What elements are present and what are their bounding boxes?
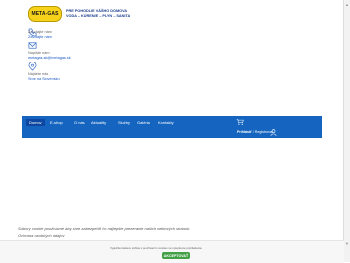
vertical-scrollbar[interactable]: ▲ ▼ <box>343 0 350 262</box>
email-link[interactable]: metagas.sk@metagas.sk <box>28 56 71 61</box>
logo-text: META-GAS <box>31 11 59 17</box>
header-slogan: PRE POHODLIE VÁŠHO DOMOVA VODA – KÚRENIE… <box>66 9 130 19</box>
email-contact[interactable]: Napíšte nám metagas.sk@metagas.sk <box>28 51 71 60</box>
accept-cookies-button[interactable]: AKCEPTOVAŤ <box>162 252 190 259</box>
location-link[interactable]: Sme na Slovensku <box>28 77 60 82</box>
accept-button-label: AKCEPTOVAŤ <box>163 253 189 258</box>
cookie-notice: Vyjadrite láskavo súhlas s používaním co… <box>110 246 203 250</box>
nav-item-contacts[interactable]: Kontakty <box>158 120 174 125</box>
scroll-up-icon[interactable]: ▲ <box>345 2 349 7</box>
cookie-consent-banner: Vyjadrite láskavo súhlas s používaním co… <box>0 240 344 263</box>
scroll-down-icon[interactable]: ▼ <box>345 241 349 246</box>
envelope-icon <box>28 42 37 49</box>
location-pin-icon <box>28 62 37 71</box>
nav-item-news[interactable]: Aktuality <box>91 120 106 125</box>
nav-item-gallery[interactable]: Galéria <box>137 120 150 125</box>
location-contact[interactable]: Nájdete nás Sme na Slovensku <box>28 72 60 81</box>
phone-contact[interactable]: Zavolajte nám Zavolajte nám <box>28 30 52 39</box>
user-icon[interactable] <box>270 129 277 136</box>
cookie-message: Súbory cookie používame aby sme zabezpeč… <box>18 226 191 231</box>
phone-link[interactable]: Zavolajte nám <box>28 35 52 40</box>
company-logo[interactable]: META-GAS <box>28 6 62 22</box>
phone-label: Zavolajte nám <box>28 30 52 34</box>
nav-item-eshop[interactable]: E-shop <box>50 120 63 125</box>
login-link[interactable]: Prihlásiť <box>237 130 252 134</box>
nav-item-services[interactable]: Služby <box>118 120 130 125</box>
privacy-policy-link[interactable]: Ochrana osobných údajov <box>18 233 64 238</box>
shopping-cart-icon[interactable] <box>236 119 244 125</box>
nav-item-home[interactable]: Domov <box>26 119 45 126</box>
slogan-line-2: VODA – KÚRENIE – PLYN – SANITA <box>66 14 131 18</box>
account-links: Prihlásiť / Registrovať <box>237 130 274 134</box>
nav-item-about[interactable]: O nás <box>74 120 85 125</box>
main-navigation: Domov E-shop O nás Aktuality Služby Galé… <box>22 116 322 138</box>
